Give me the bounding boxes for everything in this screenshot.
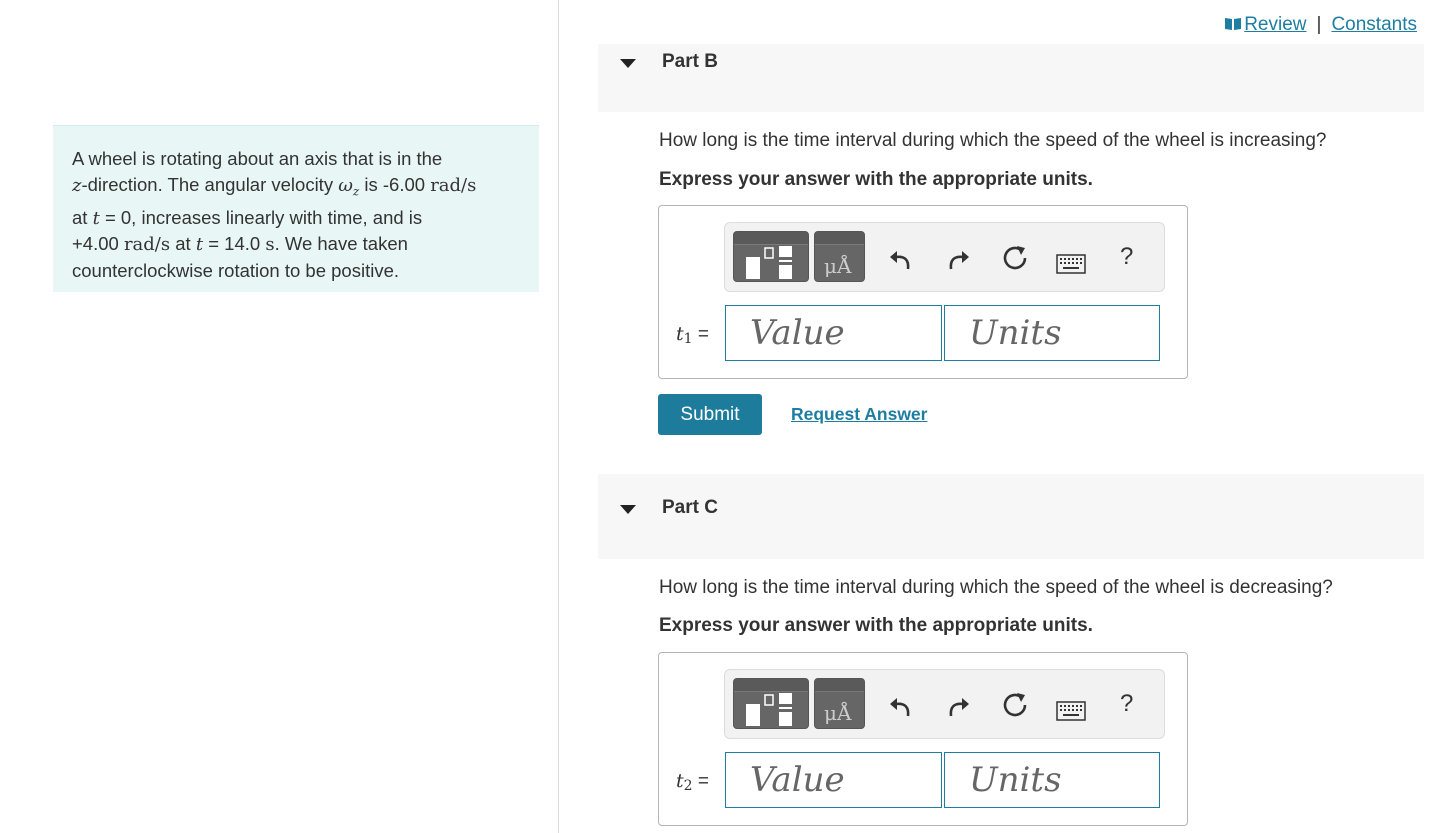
reset-icon[interactable] — [1001, 691, 1029, 719]
triangle-down-icon[interactable] — [618, 57, 638, 69]
submit-button[interactable]: Submit — [658, 394, 762, 435]
math-var-t: t — [92, 207, 100, 229]
templates-button[interactable] — [733, 231, 809, 282]
problem-text: is -6.00 — [359, 173, 431, 195]
part-c-title: Part C — [662, 497, 718, 518]
templates-button[interactable] — [733, 678, 809, 729]
value-input[interactable] — [726, 306, 941, 360]
problem-text: -direction. The angular velocity — [81, 173, 339, 195]
help-icon[interactable]: ? — [1120, 690, 1133, 718]
request-answer-link[interactable]: Request Answer — [791, 404, 927, 425]
problem-text: . We have taken — [274, 233, 408, 255]
triangle-down-icon[interactable] — [618, 503, 638, 515]
redo-icon[interactable] — [945, 694, 971, 718]
keyboard-icon[interactable] — [1056, 701, 1086, 721]
problem-text: counterclockwise rotation to be positive… — [72, 259, 400, 281]
unit-s: s — [265, 234, 275, 256]
problem-text: at — [72, 206, 93, 228]
problem-statement: A wheel is rotating about an axis that i… — [53, 125, 539, 292]
page: A wheel is rotating about an axis that i… — [0, 0, 1440, 833]
units-input[interactable] — [945, 306, 1159, 360]
review-link[interactable]: Review — [1224, 14, 1307, 36]
math-omega: ω — [338, 174, 353, 196]
var-label-t2: t2 = — [676, 770, 709, 794]
units-icon: μÅ — [824, 254, 852, 278]
unit-rad-s: rad/s — [430, 174, 477, 196]
units-button[interactable]: μÅ — [814, 231, 865, 282]
problem-text: +4.00 — [72, 233, 124, 255]
keyboard-icon[interactable] — [1056, 254, 1086, 274]
problem-text: at — [170, 233, 196, 255]
top-links: Review | Constants — [1224, 14, 1417, 36]
problem-text: = 14.0 — [203, 233, 266, 255]
part-b-title: Part B — [662, 51, 718, 72]
redo-icon[interactable] — [945, 247, 971, 271]
units-icon: μÅ — [824, 701, 852, 725]
templates-icon — [746, 693, 792, 726]
value-field[interactable] — [725, 752, 942, 808]
math-toolbar: μÅ ? — [724, 222, 1165, 292]
undo-icon[interactable] — [888, 247, 914, 271]
math-var-t: t — [195, 234, 204, 256]
var-label-t1: t1 = — [676, 323, 709, 347]
units-field[interactable] — [944, 752, 1160, 808]
part-c-instruction: Express your answer with the appropriate… — [659, 615, 1093, 636]
book-icon — [1225, 18, 1242, 30]
value-input[interactable] — [726, 753, 941, 807]
units-button[interactable]: μÅ — [814, 678, 865, 729]
templates-icon — [746, 246, 792, 279]
link-separator: | — [1316, 14, 1322, 35]
part-b-question: How long is the time interval during whi… — [659, 130, 1327, 151]
part-b-instruction: Express your answer with the appropriate… — [659, 169, 1093, 190]
constants-link[interactable]: Constants — [1331, 14, 1417, 36]
part-c-question: How long is the time interval during whi… — [659, 577, 1333, 598]
problem-text: = 0, increases linearly with time, and i… — [99, 206, 423, 228]
units-input[interactable] — [945, 753, 1159, 807]
problem-column: A wheel is rotating about an axis that i… — [0, 0, 559, 833]
part-c-header[interactable]: Part C — [598, 474, 1424, 559]
part-b-answer-box: μÅ ? t1 = Value Units — [658, 205, 1188, 379]
unit-rad-s: rad/s — [123, 234, 171, 256]
undo-icon[interactable] — [888, 694, 914, 718]
problem-text: A wheel is rotating about an axis that i… — [72, 148, 443, 169]
help-icon[interactable]: ? — [1120, 243, 1133, 271]
part-b-header[interactable]: Part B — [598, 44, 1424, 112]
part-c-answer-box: μÅ ? t2 = Value Units — [658, 652, 1188, 826]
math-toolbar: μÅ ? — [724, 669, 1165, 739]
units-field[interactable] — [944, 305, 1160, 361]
review-link-label: Review — [1244, 14, 1307, 35]
reset-icon[interactable] — [1001, 244, 1029, 272]
value-field[interactable] — [725, 305, 942, 361]
